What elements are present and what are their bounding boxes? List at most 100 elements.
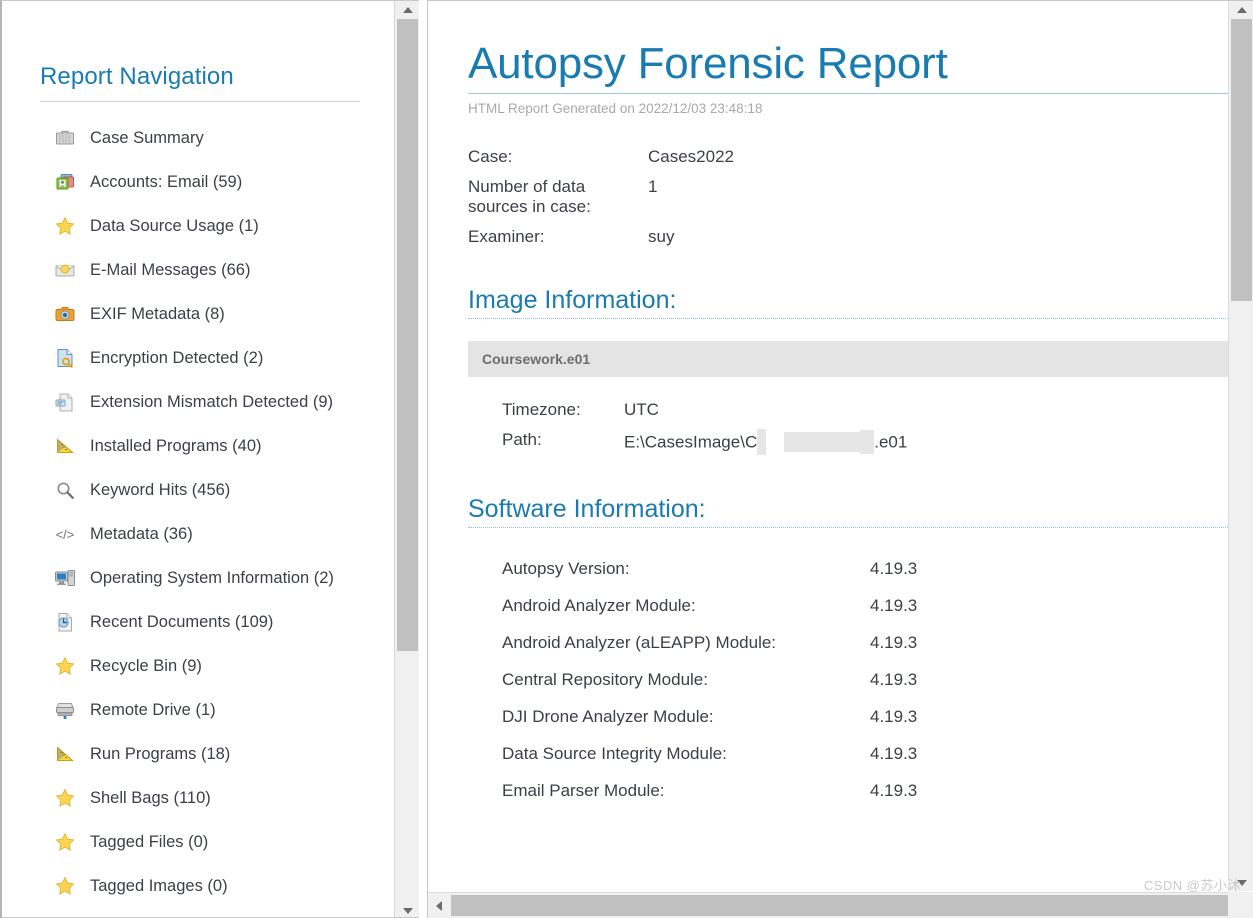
- ruler-triangle-icon: [54, 435, 76, 457]
- table-row: Central Repository Module: 4.19.3: [502, 661, 917, 698]
- sidebar-item-installed-programs-40[interactable]: Installed Programs (40): [2, 424, 394, 468]
- image-information-heading: Image Information:: [468, 286, 677, 314]
- module-name: DJI Drone Analyzer Module:: [502, 706, 714, 726]
- module-version: 4.19.3: [870, 669, 918, 689]
- sidebar-item-data-source-usage-1[interactable]: Data Source Usage (1): [2, 204, 394, 248]
- navigation-list: Case Summary Accounts: Email (59) Data Sou…: [2, 102, 394, 908]
- report-scroll-down-button[interactable]: [1229, 874, 1253, 891]
- examiner-label: Examiner:: [468, 227, 545, 246]
- sidebar-item-tagged-files-0[interactable]: Tagged Files (0): [2, 820, 394, 864]
- sidebar-item-remote-drive-1[interactable]: Remote Drive (1): [2, 688, 394, 732]
- chevron-down-icon: [1236, 879, 1247, 886]
- module-name: Data Source Integrity Module:: [502, 743, 727, 763]
- chevron-left-icon: [436, 900, 442, 911]
- navigation-title: Report Navigation: [40, 63, 234, 90]
- redaction-block: [784, 432, 861, 452]
- sidebar-item-metadata-36[interactable]: </> Metadata (36): [2, 512, 394, 556]
- report-vertical-scrollbar[interactable]: [1228, 1, 1253, 891]
- table-row: Path: E:\CasesImage\C .e01: [502, 425, 907, 461]
- table-row: Email Parser Module: 4.19.3: [502, 772, 917, 809]
- sidebar-item-label: Operating System Information (2): [90, 568, 334, 587]
- nav-scroll-up-button[interactable]: [395, 1, 419, 18]
- timezone-label: Timezone:: [502, 400, 581, 419]
- code-brackets-icon: </>: [54, 523, 76, 545]
- sidebar-item-label: Encryption Detected (2): [90, 348, 264, 367]
- examiner-value: suy: [648, 227, 675, 246]
- nav-scroll-thumb[interactable]: [397, 19, 418, 651]
- sidebar-item-case-summary[interactable]: Case Summary: [2, 116, 394, 160]
- briefcase-icon: [54, 127, 76, 149]
- sidebar-item-keyword-hits-456[interactable]: Keyword Hits (456): [2, 468, 394, 512]
- chevron-down-icon: [402, 907, 413, 914]
- sidebar-item-accounts-email-59[interactable]: Accounts: Email (59): [2, 160, 394, 204]
- sidebar-item-exif-metadata-8[interactable]: EXIF Metadata (8): [2, 292, 394, 336]
- sidebar-item-label: Run Programs (18): [90, 744, 231, 763]
- sidebar-item-label: Remote Drive (1): [90, 700, 216, 719]
- svg-text:</>: </>: [56, 527, 75, 542]
- data-source-count-label: Number of data sources in case:: [468, 177, 591, 216]
- module-name: Android Analyzer (aLEAPP) Module:: [502, 632, 777, 652]
- sidebar-item-label: Data Source Usage (1): [90, 216, 259, 235]
- nav-vertical-scrollbar[interactable]: [394, 1, 419, 917]
- path-prefix: E:\CasesImage\C: [624, 432, 758, 452]
- sidebar-item-e-mail-messages-66[interactable]: E-Mail Messages (66): [2, 248, 394, 292]
- nav-scroll-down-button[interactable]: [395, 902, 419, 917]
- pane-separator: [419, 0, 427, 918]
- case-info-table: Case: Cases2022 Number of data sources i…: [468, 142, 1078, 252]
- sidebar-item-run-programs-18[interactable]: Run Programs (18): [2, 732, 394, 776]
- table-row: Android Analyzer Module: 4.19.3: [502, 587, 917, 624]
- sidebar-item-encryption-detected-2[interactable]: Encryption Detected (2): [2, 336, 394, 380]
- report-hscroll-thumb[interactable]: [451, 895, 1253, 916]
- image-section-divider: [468, 318, 1253, 319]
- sidebar-item-tagged-images-0[interactable]: Tagged Images (0): [2, 864, 394, 908]
- redaction-block: [757, 429, 767, 455]
- sidebar-item-label: EXIF Metadata (8): [90, 304, 225, 323]
- sidebar-item-label: Extension Mismatch Detected (9): [90, 392, 334, 411]
- report-generated-timestamp: HTML Report Generated on 2022/12/03 23:4…: [468, 101, 763, 116]
- sidebar-item-label: Installed Programs (40): [90, 436, 262, 455]
- sidebar-item-recent-documents-109[interactable]: Recent Documents (109): [2, 600, 394, 644]
- report-scroll-thumb[interactable]: [1231, 19, 1252, 301]
- path-suffix: .e01: [874, 432, 908, 452]
- sidebar-item-extension-mismatch-detected-9[interactable]: Extension Mismatch Detected (9): [2, 380, 394, 424]
- report-scroll-up-button[interactable]: [1229, 1, 1253, 18]
- module-name: Central Repository Module:: [502, 669, 708, 689]
- sidebar-item-operating-system-information-2[interactable]: Operating System Information (2): [2, 556, 394, 600]
- report-pane: Autopsy Forensic Report HTML Report Gene…: [427, 0, 1253, 918]
- navigation-pane: Report Navigation Case Summary Accounts: …: [0, 0, 419, 918]
- document-mismatch-icon: [54, 391, 76, 413]
- module-version: 4.19.3: [870, 780, 918, 800]
- module-name: Autopsy Version:: [502, 558, 630, 578]
- module-version: 4.19.3: [870, 706, 918, 726]
- sidebar-item-label: Recycle Bin (9): [90, 656, 202, 675]
- sidebar-item-label: Recent Documents (109): [90, 612, 274, 631]
- scrollbar-corner: [1228, 892, 1253, 918]
- sidebar-item-label: Case Summary: [90, 128, 204, 147]
- sidebar-item-label: Tagged Images (0): [90, 876, 228, 895]
- software-information-heading: Software Information:: [468, 495, 706, 523]
- path-value: E:\CasesImage\C .e01: [624, 425, 907, 461]
- star-icon: [54, 215, 76, 237]
- star-icon: [54, 655, 76, 677]
- camera-icon: [54, 303, 76, 325]
- report-scroll-left-button[interactable]: [428, 893, 450, 918]
- chevron-up-icon: [1236, 6, 1247, 13]
- sidebar-item-label: E-Mail Messages (66): [90, 260, 251, 279]
- table-row: Android Analyzer (aLEAPP) Module: 4.19.3: [502, 624, 917, 661]
- table-row: Number of data sources in case: 1: [468, 172, 1078, 222]
- accounts-cards-icon: [54, 171, 76, 193]
- sidebar-item-label: Shell Bags (110): [90, 788, 211, 807]
- sidebar-item-shell-bags-110[interactable]: Shell Bags (110): [2, 776, 394, 820]
- sidebar-item-label: Metadata (36): [90, 524, 193, 543]
- module-version: 4.19.3: [870, 632, 918, 652]
- module-name: Email Parser Module:: [502, 780, 665, 800]
- star-icon: [54, 787, 76, 809]
- report-title: Autopsy Forensic Report: [468, 39, 948, 88]
- module-name: Android Analyzer Module:: [502, 595, 696, 615]
- timezone-value: UTC: [624, 400, 659, 419]
- chevron-up-icon: [402, 6, 413, 13]
- sidebar-item-recycle-bin-9[interactable]: Recycle Bin (9): [2, 644, 394, 688]
- module-version: 4.19.3: [870, 743, 918, 763]
- report-horizontal-scrollbar[interactable]: [428, 892, 1253, 918]
- computer-icon: [54, 567, 76, 589]
